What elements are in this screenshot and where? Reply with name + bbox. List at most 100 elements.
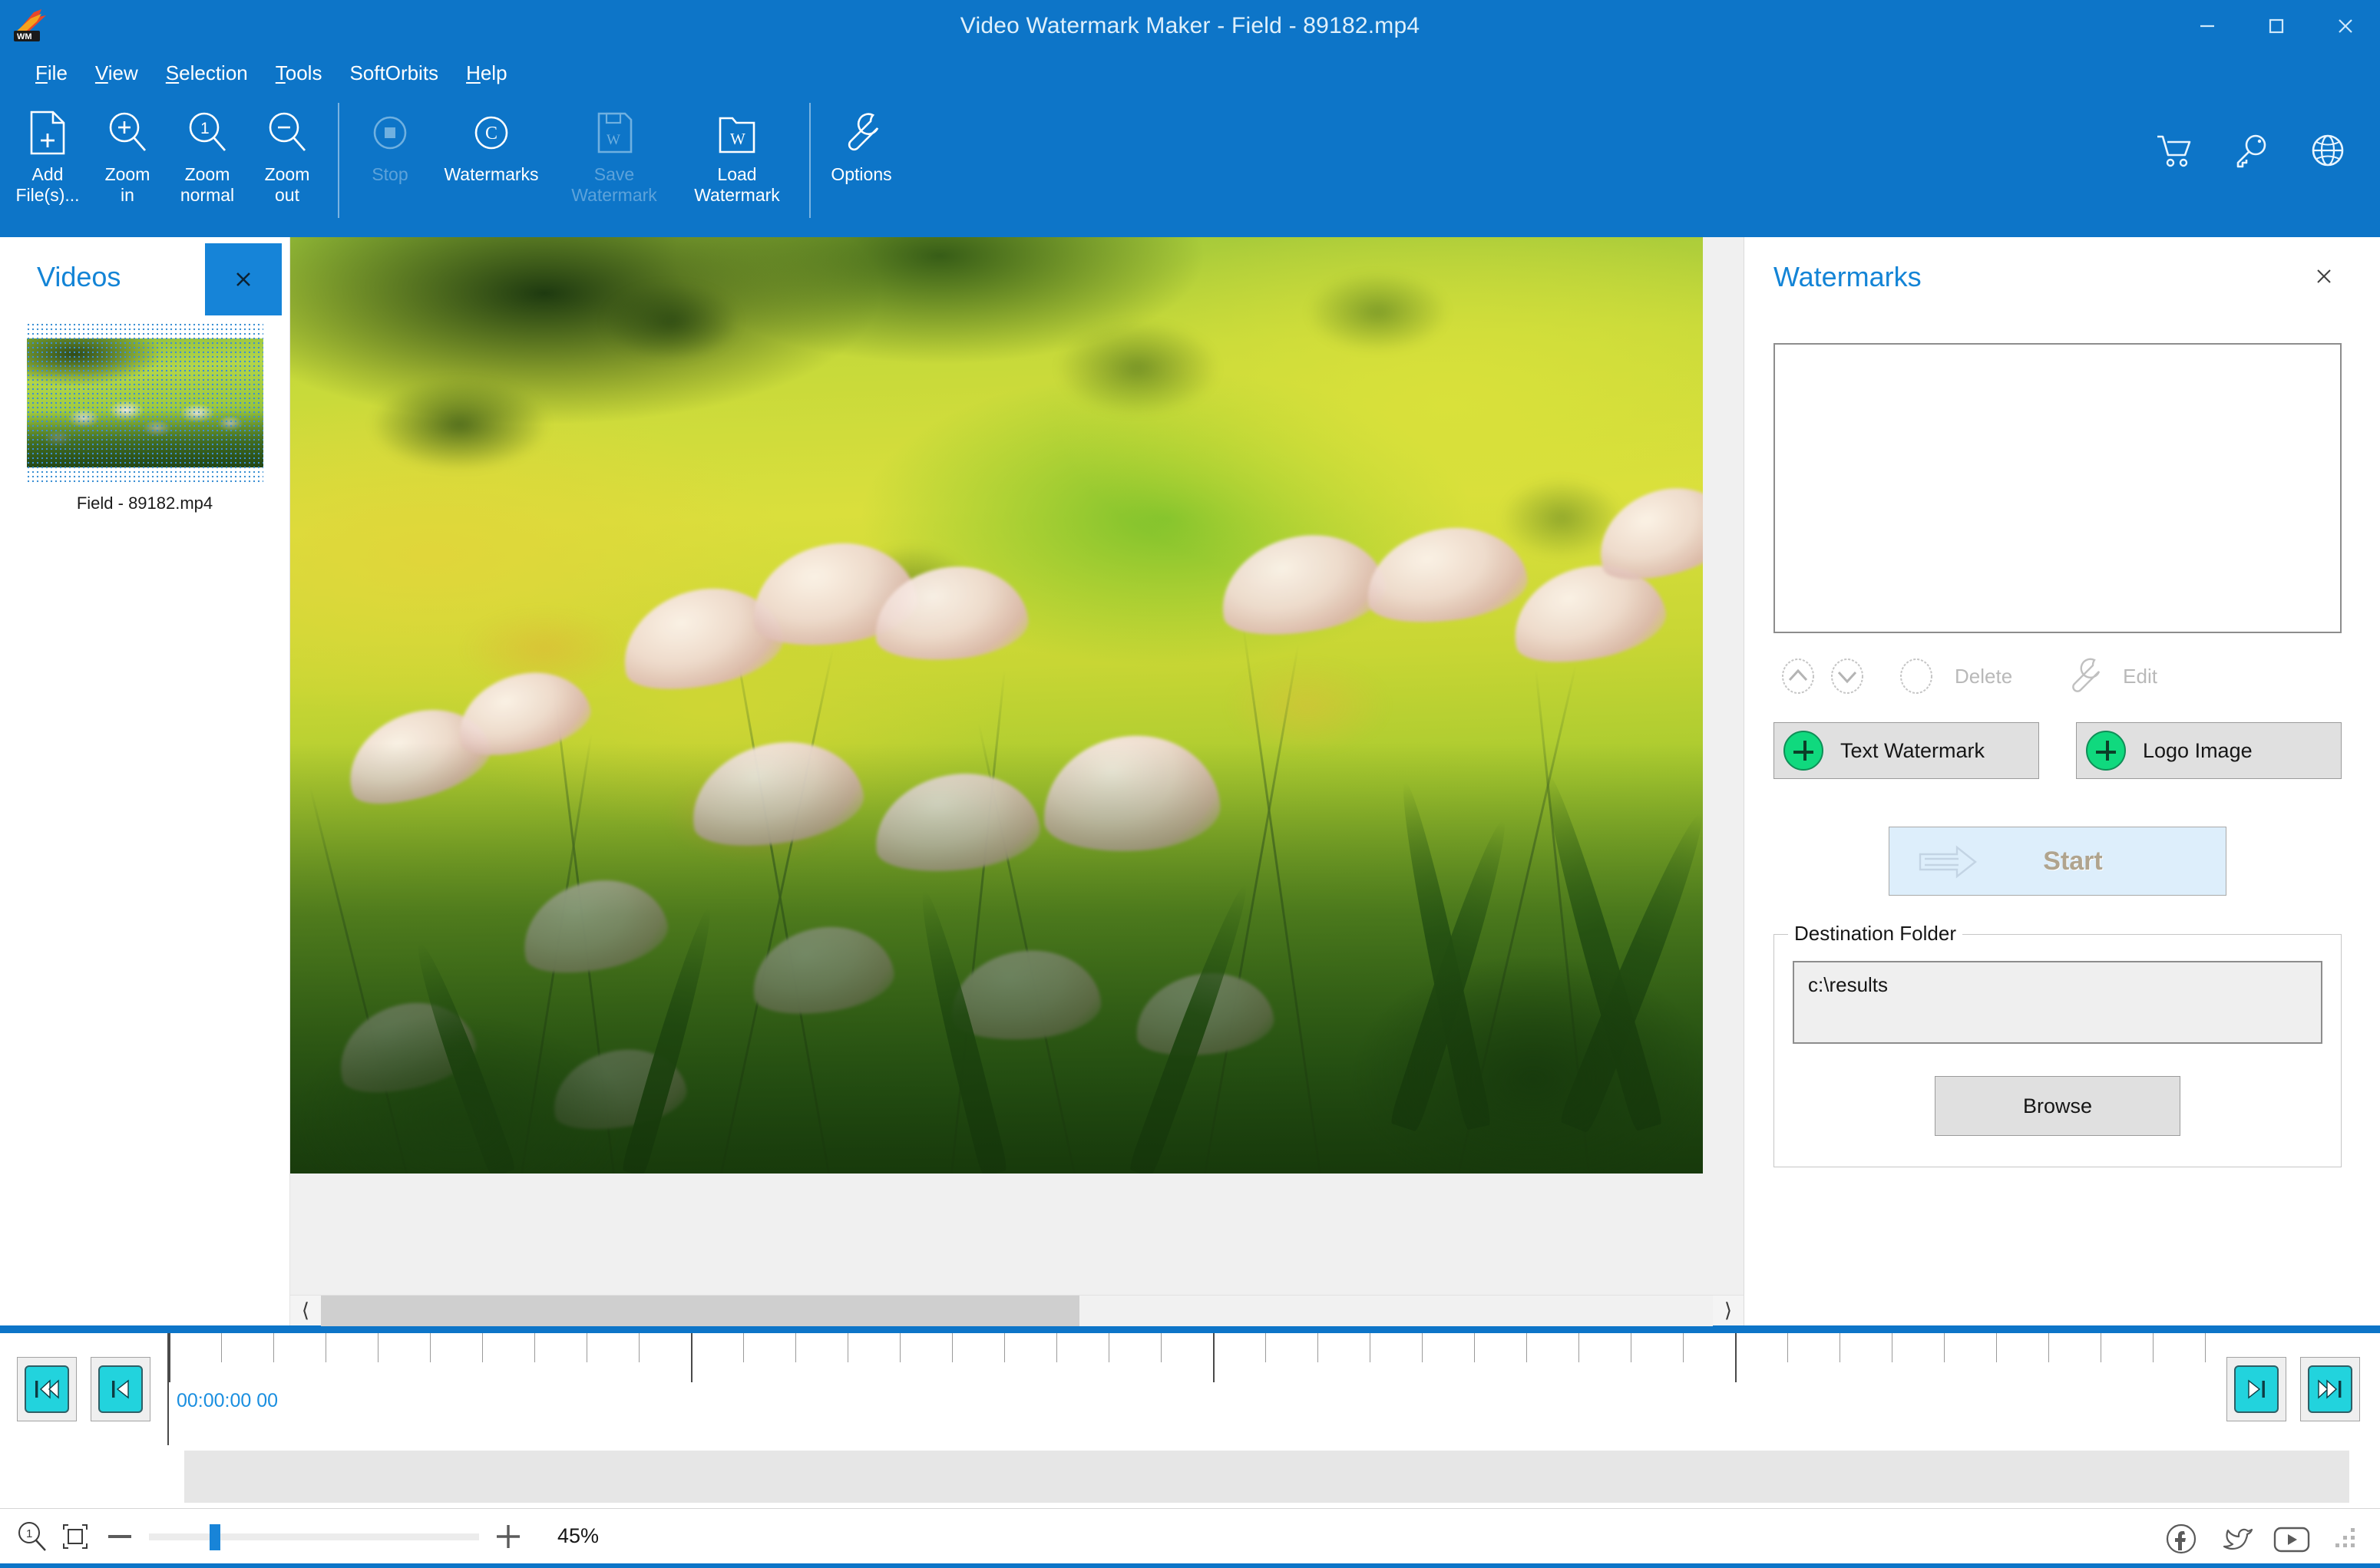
watermarks-panel-close-button[interactable] (2302, 254, 2346, 299)
edit-button: Edit (2060, 652, 2174, 701)
timeline-tick (1735, 1333, 1737, 1382)
svg-text:W: W (607, 132, 620, 148)
menu-tools-label: T (275, 61, 286, 84)
resize-grip-icon[interactable] (2332, 1525, 2360, 1553)
fit-to-window-icon[interactable] (54, 1515, 97, 1558)
watermarks-button[interactable]: C Watermarks (430, 101, 553, 224)
scrollbar-track[interactable] (321, 1295, 1713, 1326)
step-forward-button[interactable] (2226, 1357, 2286, 1421)
frame-foreground-shadow (290, 742, 1703, 1174)
thumbnail-foreground (26, 411, 263, 467)
watermarks-label: Watermarks (444, 164, 539, 184)
window-controls (2173, 0, 2380, 52)
preview-horizontal-scrollbar[interactable]: ⟨ ⟩ (290, 1295, 1744, 1326)
copyright-icon: C (466, 107, 517, 158)
skip-to-end-button[interactable] (2300, 1357, 2360, 1421)
watermarks-list[interactable] (1773, 343, 2342, 633)
menu-item-view[interactable]: View (81, 57, 152, 90)
timeline-tick (1056, 1333, 1057, 1362)
menu-softorbits-label: SoftOrbits (349, 61, 439, 84)
skip-to-start-button[interactable] (17, 1357, 77, 1421)
zoom-out-button[interactable]: Zoom out (247, 101, 327, 224)
menu-item-softorbits[interactable]: SoftOrbits (336, 57, 452, 90)
timeline-tick (1526, 1333, 1527, 1362)
menu-item-selection[interactable]: Selection (152, 57, 262, 90)
timeline-tick (1944, 1333, 1945, 1362)
twitter-icon[interactable] (2216, 1518, 2257, 1560)
cart-icon[interactable] (2153, 129, 2196, 172)
toolbar-separator-1 (338, 103, 339, 218)
stop-button: Stop (350, 101, 430, 224)
zoom-in-button[interactable] (485, 1515, 531, 1558)
add-text-watermark-label: Text Watermark (1840, 738, 1985, 762)
add-text-watermark-button[interactable]: Text Watermark (1773, 722, 2039, 779)
timeline-tick (2205, 1333, 2206, 1362)
zoom-normal-button[interactable]: 1 Zoom normal (167, 101, 247, 224)
step-back-button[interactable] (91, 1357, 150, 1421)
close-button[interactable] (2311, 0, 2380, 52)
browse-button-container: Browse (1793, 1076, 2322, 1136)
youtube-icon[interactable] (2271, 1518, 2312, 1560)
zoom-slider-track[interactable] (149, 1533, 479, 1540)
watermarks-panel-header: Watermarks (1760, 237, 2349, 317)
chevron-left-icon[interactable]: ⟨ (290, 1296, 321, 1326)
watermarks-add-row: Text Watermark Logo Image (1773, 722, 2342, 779)
plus-circle-icon (2086, 731, 2126, 771)
application-window: WM Video Watermark Maker - Field - 89182… (0, 0, 2380, 1568)
options-label: Options (831, 164, 892, 184)
timeline-tick (1004, 1333, 1005, 1362)
options-button[interactable]: Options (821, 101, 901, 224)
toolbar-group-file-zoom: Add File(s)... Zoom in 1 Zoom normal Zoo… (8, 94, 327, 235)
add-files-button[interactable]: Add File(s)... (8, 101, 88, 224)
menu-item-help[interactable]: Help (452, 57, 521, 90)
browse-button[interactable]: Browse (1935, 1076, 2180, 1136)
add-logo-image-button[interactable]: Logo Image (2076, 722, 2342, 779)
start-button: Start (1889, 827, 2226, 896)
timeline-separator (0, 1325, 2380, 1333)
status-bar-right (2160, 1509, 2360, 1568)
load-watermark-button[interactable]: W Load Watermark (676, 101, 798, 224)
zoom-slider[interactable] (149, 1515, 479, 1558)
zoom-in-label: Zoom in (104, 164, 150, 206)
zoom-in-button[interactable]: Zoom in (88, 101, 167, 224)
destination-path-field[interactable]: c:\results (1793, 961, 2322, 1044)
chevron-right-icon[interactable]: ⟩ (1713, 1296, 1744, 1326)
plus-circle-icon (1783, 731, 1823, 771)
facebook-icon[interactable] (2160, 1518, 2202, 1560)
key-icon[interactable] (2230, 129, 2273, 172)
timeline-tick (900, 1333, 901, 1362)
scrub-bar[interactable] (184, 1451, 2349, 1503)
globe-icon[interactable] (2306, 129, 2349, 172)
timeline-ruler[interactable]: 00:00:00 00 (167, 1333, 2210, 1445)
list-item-label: Field - 89182.mp4 (76, 494, 213, 513)
menu-tools-rest: ools (285, 61, 322, 84)
timeline-tick (743, 1333, 744, 1362)
menu-item-file[interactable]: File (21, 57, 81, 90)
menu-help-label: H (466, 61, 481, 84)
destination-folder-legend: Destination Folder (1788, 922, 1962, 946)
timeline-tick (1317, 1333, 1318, 1362)
video-thumbnail-container[interactable] (26, 323, 263, 483)
zoom-actual-icon[interactable]: 1 (11, 1515, 54, 1558)
zoom-in-icon (102, 107, 153, 158)
maximize-button[interactable] (2242, 0, 2311, 52)
save-watermark-icon: W (589, 107, 640, 158)
zoom-out-label: Zoom out (264, 164, 310, 206)
timeline-tick (1787, 1333, 1788, 1362)
timeline-tick (1213, 1333, 1215, 1382)
videos-panel-close-button[interactable] (205, 243, 282, 315)
minimize-button[interactable] (2173, 0, 2242, 52)
scrollbar-thumb[interactable] (321, 1295, 1080, 1326)
menu-file-label: F (35, 61, 48, 84)
zoom-out-button[interactable] (97, 1515, 143, 1558)
wrench-icon (2060, 652, 2109, 701)
watermarks-panel: Watermarks Delete Edit Text Watermark Lo… (1744, 237, 2380, 1325)
timeline-bar: 00:00:00 00 (0, 1333, 2380, 1445)
menu-item-tools[interactable]: Tools (262, 57, 336, 90)
video-preview-area[interactable] (290, 237, 1744, 1295)
zoom-slider-thumb[interactable] (210, 1523, 221, 1550)
timeline-tick (1265, 1333, 1266, 1362)
videos-list[interactable]: Field - 89182.mp4 (0, 317, 289, 518)
move-up-button (1773, 652, 1823, 701)
list-item[interactable]: Field - 89182.mp4 (23, 323, 267, 518)
